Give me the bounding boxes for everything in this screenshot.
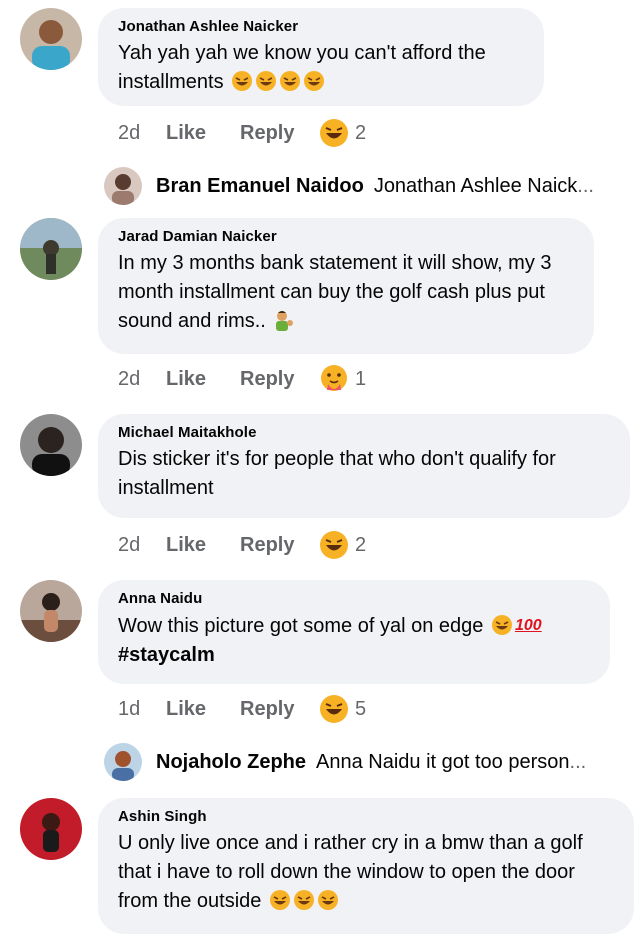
- hundred-points-emoji-icon: 100: [514, 617, 542, 634]
- rofl-emoji-icon: [279, 70, 301, 92]
- comment-text: Wow this picture got some of yal on edge…: [118, 611, 588, 670]
- comment-text: Yah yah yah we know you can't afford the…: [118, 39, 522, 97]
- care-emoji-icon: [319, 364, 349, 394]
- reaction-count: 5: [355, 697, 367, 720]
- person-tipping-hand-emoji-icon: [273, 309, 295, 331]
- comment-text-line: installment: [118, 477, 214, 499]
- rofl-emoji-icon: [491, 614, 513, 636]
- reaction-summary[interactable]: 1: [317, 364, 366, 394]
- comment-text: In my 3 months bank statement it will sh…: [118, 249, 572, 336]
- reaction-summary[interactable]: 2: [317, 530, 366, 560]
- reply-text: Anna Naidu it got too person: [316, 750, 570, 773]
- avatar[interactable]: [20, 218, 82, 280]
- avatar[interactable]: [104, 743, 142, 781]
- reaction-count: 1: [355, 367, 367, 390]
- reaction-count: 2: [355, 121, 367, 144]
- comment-actions: 2d Like Reply 1: [118, 364, 366, 394]
- comment-time[interactable]: 2d: [118, 534, 166, 557]
- avatar[interactable]: [104, 167, 142, 205]
- comment-time[interactable]: 2d: [118, 368, 166, 391]
- reply-button[interactable]: Reply: [240, 534, 317, 557]
- like-button[interactable]: Like: [166, 122, 240, 145]
- comment-text-line: Yah yah yah we know you can't afford the: [118, 42, 486, 64]
- reply-button[interactable]: Reply: [240, 368, 317, 391]
- reply-ellipsis: ...: [569, 750, 587, 773]
- comment-actions: 2d Like Reply 2: [118, 118, 366, 148]
- comment-time[interactable]: 1d: [118, 698, 166, 721]
- comment-text-line: In my 3 months bank statement it will sh…: [118, 252, 552, 274]
- laughing-emoji-icon: [319, 530, 349, 560]
- like-button[interactable]: Like: [166, 534, 240, 557]
- reply-button[interactable]: Reply: [240, 698, 317, 721]
- laughing-emoji-icon: [319, 118, 349, 148]
- comment-author[interactable]: Jonathan Ashlee Naicker: [118, 18, 522, 35]
- rofl-emoji-icon: [255, 70, 277, 92]
- reply-author[interactable]: Bran Emanuel Naidoo: [156, 175, 364, 198]
- like-button[interactable]: Like: [166, 368, 240, 391]
- reaction-summary[interactable]: 2: [317, 118, 366, 148]
- comment-bubble: Anna Naidu Wow this picture got some of …: [98, 580, 610, 684]
- comment-bubble: Ashin Singh U only live once and i rathe…: [98, 798, 634, 934]
- comment-author[interactable]: Jarad Damian Naicker: [118, 228, 572, 245]
- reaction-summary[interactable]: 5: [317, 694, 366, 724]
- reply-preview[interactable]: Bran Emanuel Naidoo Jonathan Ashlee Naic…: [104, 166, 594, 206]
- rofl-emoji-icon: [231, 70, 253, 92]
- comment-text-line: Dis sticker it's for people that who don…: [118, 448, 556, 470]
- avatar[interactable]: [20, 8, 82, 70]
- comment-author[interactable]: Michael Maitakhole: [118, 424, 608, 441]
- comment-bubble: Jonathan Ashlee Naicker Yah yah yah we k…: [98, 8, 544, 106]
- comment-author[interactable]: Ashin Singh: [118, 808, 612, 825]
- comment-text: Dis sticker it's for people that who don…: [118, 445, 608, 503]
- reply-text: Jonathan Ashlee Naick: [373, 174, 578, 197]
- hashtag[interactable]: #staycalm: [118, 644, 215, 666]
- like-button[interactable]: Like: [166, 698, 240, 721]
- comment-actions: 1d Like Reply 5: [118, 694, 366, 724]
- comment-text-line: month installment can buy the golf cash …: [118, 281, 545, 303]
- comment-text-line: U only live once and i rather cry in a b…: [118, 832, 583, 854]
- avatar[interactable]: [20, 414, 82, 476]
- laughing-emoji-icon: [319, 694, 349, 724]
- reaction-count: 2: [355, 533, 367, 556]
- comment-text-line: sound and rims..: [118, 310, 266, 332]
- comment-text-line: that i have to roll down the window to o…: [118, 861, 575, 883]
- reply-preview[interactable]: Nojaholo Zephe Anna Naidu it got too per…: [104, 742, 586, 782]
- comment-bubble: Michael Maitakhole Dis sticker it's for …: [98, 414, 630, 518]
- rofl-emoji-icon: [293, 889, 315, 911]
- comment-bubble: Jarad Damian Naicker In my 3 months bank…: [98, 218, 594, 354]
- comment-time[interactable]: 2d: [118, 122, 166, 145]
- comment-actions: 2d Like Reply 2: [118, 530, 366, 560]
- comment-text-line: Wow this picture got some of yal on edge: [118, 615, 484, 637]
- reply-author[interactable]: Nojaholo Zephe: [156, 751, 306, 774]
- reply-button[interactable]: Reply: [240, 122, 317, 145]
- comment-author[interactable]: Anna Naidu: [118, 590, 588, 607]
- comment-text-line: installments: [118, 71, 224, 93]
- rofl-emoji-icon: [317, 889, 339, 911]
- reply-ellipsis: ...: [577, 174, 594, 197]
- comment-text: U only live once and i rather cry in a b…: [118, 829, 612, 916]
- rofl-emoji-icon: [303, 70, 325, 92]
- rofl-emoji-icon: [269, 889, 291, 911]
- comment-text-line: from the outside: [118, 890, 262, 912]
- avatar[interactable]: [20, 798, 82, 860]
- avatar[interactable]: [20, 580, 82, 642]
